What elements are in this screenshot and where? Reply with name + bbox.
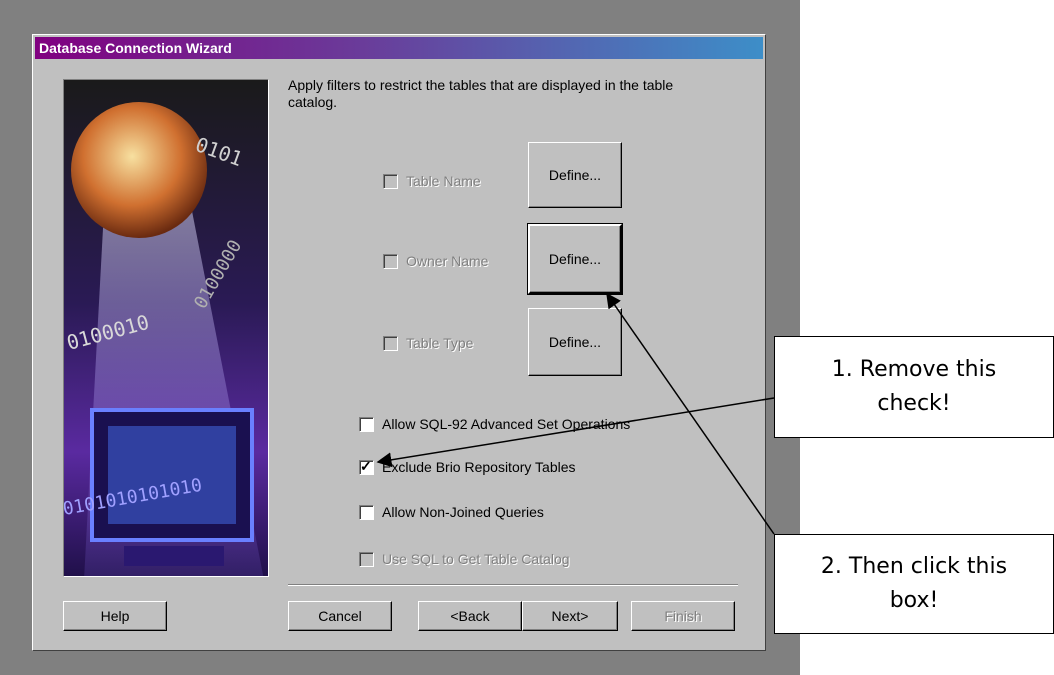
sql92-checkbox[interactable] <box>359 416 374 432</box>
exclude-repository-label: Exclude Brio Repository Tables <box>382 459 576 475</box>
table-type-checkbox[interactable] <box>383 335 398 351</box>
non-joined-label: Allow Non-Joined Queries <box>382 504 544 520</box>
owner-name-label: Owner Name <box>406 253 489 269</box>
help-button[interactable]: Help <box>63 601 167 631</box>
option-use-sql-catalog[interactable]: Use SQL to Get Table Catalog <box>359 551 570 567</box>
define-table-name-button[interactable]: Define... <box>528 142 622 208</box>
owner-name-checkbox[interactable] <box>383 253 398 269</box>
callout-remove-check: 1. Remove this check! <box>774 336 1054 438</box>
back-button[interactable]: <Back <box>418 601 522 631</box>
wizard-illustration: 0101 0100000 0100010 0101010101010 <box>63 79 269 577</box>
option-non-joined[interactable]: Allow Non-Joined Queries <box>359 504 544 520</box>
callout-click-box: 2. Then click this box! <box>774 534 1054 634</box>
option-exclude-repository[interactable]: ✓ Exclude Brio Repository Tables <box>359 457 576 475</box>
dialog-title: Database Connection Wizard <box>35 37 763 59</box>
button-separator <box>288 584 738 586</box>
callout-remove-check-text: 1. Remove this check! <box>831 357 997 416</box>
sql92-label: Allow SQL-92 Advanced Set Operations <box>382 416 631 432</box>
checkmark-icon: ✓ <box>360 457 372 474</box>
define-owner-name-button[interactable]: Define... <box>527 223 623 295</box>
intro-text: Apply filters to restrict the tables tha… <box>288 77 674 110</box>
next-button[interactable]: Next> <box>522 601 618 631</box>
finish-button[interactable]: Finish <box>631 601 735 631</box>
non-joined-checkbox[interactable] <box>359 504 374 520</box>
define-table-type-button[interactable]: Define... <box>528 308 622 376</box>
option-sql92[interactable]: Allow SQL-92 Advanced Set Operations <box>359 416 630 432</box>
table-name-label: Table Name <box>406 173 481 189</box>
filter-owner-name[interactable]: Owner Name <box>383 253 488 269</box>
exclude-repository-checkbox[interactable]: ✓ <box>359 457 374 475</box>
filter-table-type[interactable]: Table Type <box>383 335 473 351</box>
cancel-button[interactable]: Cancel <box>288 601 392 631</box>
wizard-dialog: Database Connection Wizard 0101 0100000 … <box>32 34 766 651</box>
table-type-label: Table Type <box>406 335 474 351</box>
table-name-checkbox[interactable] <box>383 173 398 189</box>
use-sql-catalog-label: Use SQL to Get Table Catalog <box>382 551 570 567</box>
callout-click-box-text: 2. Then click this box! <box>820 554 1008 613</box>
filter-table-name[interactable]: Table Name <box>383 173 481 189</box>
use-sql-catalog-checkbox[interactable] <box>359 551 374 567</box>
